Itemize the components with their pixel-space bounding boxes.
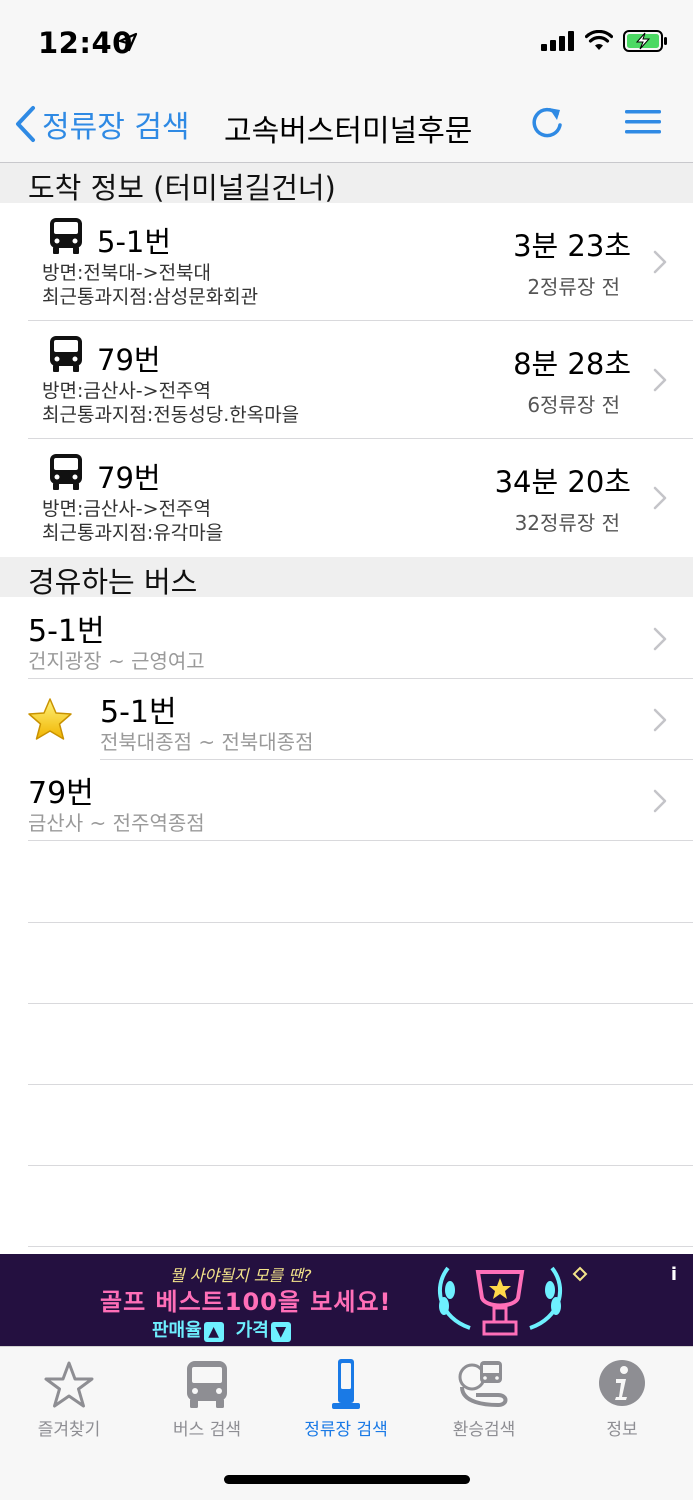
ad-main-text: 골프 베스트100을 보세요! [100,1288,392,1316]
route-range: 금산사 ~ 전주역종점 [28,811,205,835]
chevron-right-icon [653,368,667,392]
refresh-icon[interactable] [527,102,567,142]
tab-label: 정류장 검색 [304,1420,388,1440]
empty-row-divider [28,922,693,923]
route-number: 79번 [97,461,161,495]
arrival-section-header: 도착 정보 (터미널길건너) [0,163,693,205]
nav-bar: 정류장 검색 고속버스터미널후문 [0,88,693,163]
back-label: 정류장 검색 [42,110,190,145]
route-range: 전북대종점 ~ 전북대종점 [100,730,314,754]
arrival-row[interactable]: 79번 방면:금산사->전주역 최근통과지점:유각마을 34분 20초 32정류… [0,439,693,557]
arrival-row[interactable]: 79번 방면:금산사->전주역 최근통과지점:전동성당.한옥마을 8분 28초 … [0,321,693,439]
empty-row-divider [28,1246,693,1247]
tab-stop-search[interactable]: 정류장 검색 [277,1357,415,1447]
arrival-row[interactable]: 5-1번 방면:전북대->전북대 최근통과지점:삼성문화회관 3분 23초 2정… [0,203,693,321]
arrival-section-title: 도착 정보 (터미널길건너) [28,171,336,205]
route-name: 79번 [28,776,94,811]
info-icon [599,1360,645,1406]
favorite-star-icon[interactable] [26,697,74,743]
arrival-time: 34분 20초 [494,465,631,499]
chevron-right-icon [653,486,667,510]
empty-row-divider [28,1003,693,1004]
tab-transfer-search[interactable]: 환승검색 [415,1357,553,1447]
direction-text: 방면:전북대->전북대 [42,262,212,284]
arrow-up-icon: ▲ [203,1322,224,1342]
transfer-icon [458,1361,508,1408]
arrival-time: 8분 28초 [513,347,631,381]
wifi-icon [585,30,613,50]
back-button[interactable]: 정류장 검색 [14,102,190,146]
star-outline-icon [44,1361,94,1408]
signal-icon [541,31,574,51]
chevron-right-icon [653,708,667,732]
location-arrow-icon [118,32,138,52]
home-indicator[interactable] [224,1475,470,1484]
ad-sub-right-label: 가격 [235,1320,269,1341]
route-list-item[interactable]: 79번 금산사 ~ 전주역종점 [0,760,693,841]
arrow-down-icon: ▼ [270,1322,291,1342]
route-name: 5-1번 [28,614,105,649]
routes-section-title: 경유하는 버스 [28,565,198,599]
route-info: 방면:전북대->전북대 최근통과지점:삼성문화회관 [42,261,258,309]
chevron-right-icon [653,250,667,274]
tab-label: 즐겨찾기 [37,1420,101,1440]
tab-info[interactable]: 정보 [553,1357,691,1447]
trophy-icon [438,1266,588,1336]
tab-label: 환승검색 [452,1420,516,1440]
page-title: 고속버스터미널후문 [224,114,473,149]
route-range: 건지광장 ~ 근영여고 [28,649,205,673]
stops-away: 6정류장 전 [527,393,620,417]
arrival-time: 3분 23초 [513,229,631,263]
ad-sub-left-label: 판매율 [152,1320,202,1341]
last-stop-text: 최근통과지점:유각마을 [42,522,224,544]
status-bar: 12:40 [0,0,693,88]
route-info: 방면:금산사->전주역 최근통과지점:전동성당.한옥마을 [42,379,299,427]
route-list-item[interactable]: 5-1번 건지광장 ~ 근영여고 [0,598,693,679]
direction-text: 방면:금산사->전주역 [42,498,212,520]
route-list-item[interactable]: 5-1번 전북대종점 ~ 전북대종점 [0,679,693,760]
direction-text: 방면:금산사->전주역 [42,380,212,402]
empty-row-divider [28,1084,693,1085]
last-stop-text: 최근통과지점:삼성문화회관 [42,286,259,308]
tab-label: 정보 [606,1420,638,1440]
battery-charging-icon [623,30,667,52]
ad-sub-left: 판매율 ▲ [152,1316,224,1342]
stops-away: 32정류장 전 [514,511,620,535]
stops-away: 2정류장 전 [527,275,620,299]
ad-sub-right: 가격 ▼ [236,1316,291,1342]
route-number: 79번 [97,343,161,377]
tab-favorites[interactable]: 즐겨찾기 [0,1357,138,1447]
bus-icon [50,218,82,254]
bus-icon [50,454,82,490]
routes-section-header: 경유하는 버스 [0,557,693,599]
empty-row-divider [28,1165,693,1166]
route-number: 5-1번 [97,225,172,259]
bus-stop-icon [332,1359,360,1409]
menu-icon[interactable] [623,106,663,138]
chevron-right-icon [653,627,667,651]
chevron-left-icon [16,106,35,142]
route-name: 5-1번 [100,695,177,730]
ad-sub-text: 판매율 ▲ 가격 ▼ [152,1316,291,1342]
ad-info-icon[interactable]: i [671,1264,677,1285]
tab-label: 버스 검색 [173,1420,241,1440]
bus-icon [50,336,82,372]
route-info: 방면:금산사->전주역 최근통과지점:유각마을 [42,497,223,545]
status-indicators [541,30,669,52]
divider [28,840,693,841]
last-stop-text: 최근통과지점:전동성당.한옥마을 [42,404,300,426]
ad-banner[interactable]: 뭘 사야될지 모를 땐? 골프 베스트100을 보세요! 판매율 ▲ 가격 ▼ i [0,1254,693,1346]
bus-icon [187,1361,227,1408]
chevron-right-icon [653,789,667,813]
tab-bus-search[interactable]: 버스 검색 [138,1357,276,1447]
